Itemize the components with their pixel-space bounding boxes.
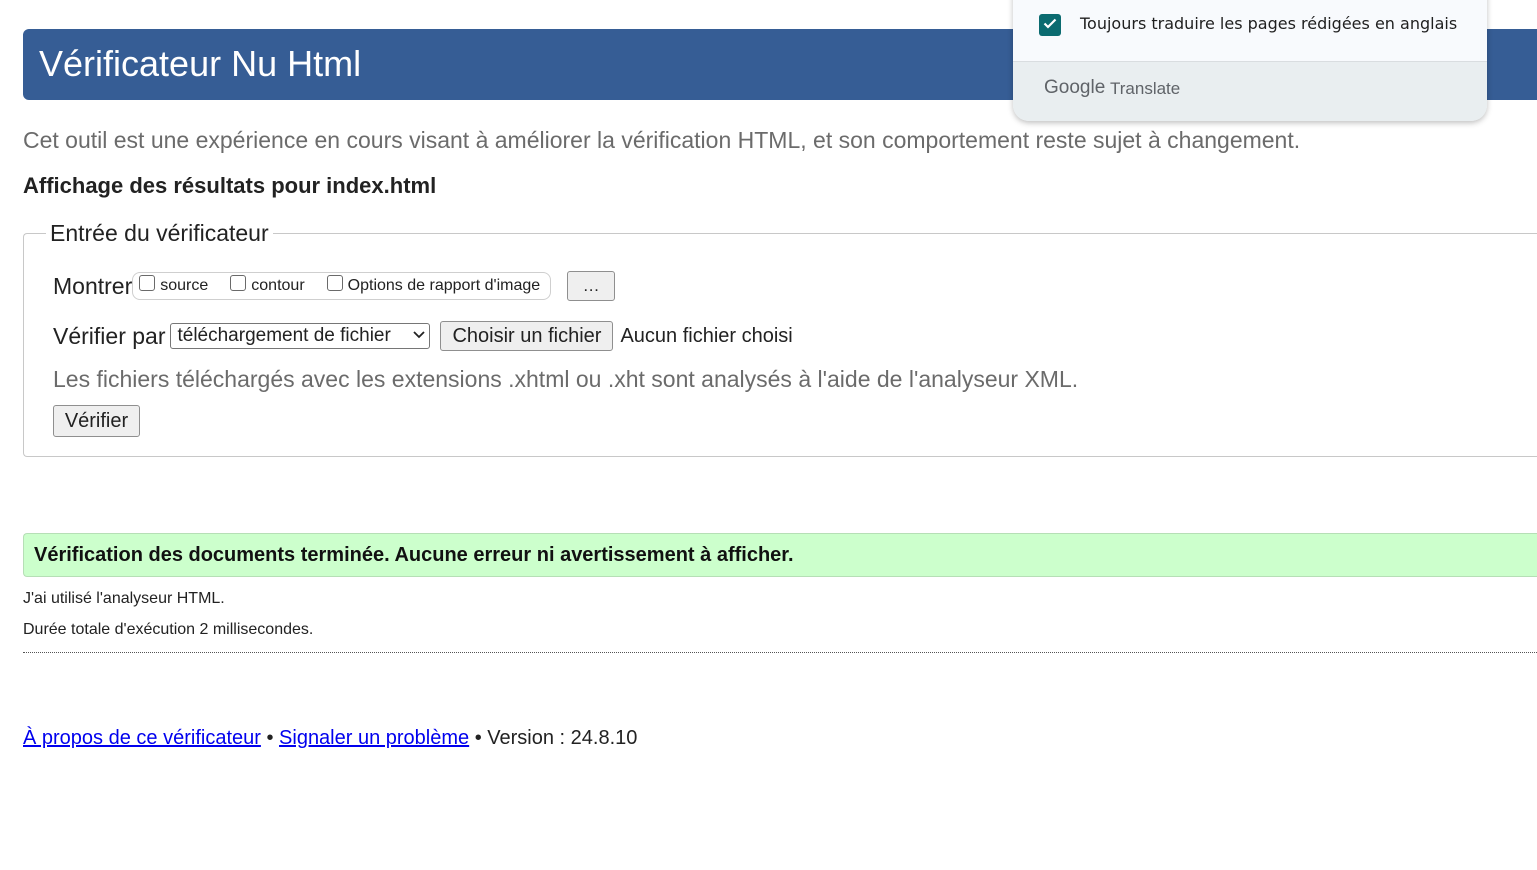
source-checkbox[interactable] (139, 275, 156, 291)
intro-text: Cet outil est une expérience en cours vi… (23, 127, 1301, 153)
check-by-label: Vérifier par (53, 322, 166, 349)
version-text: Version : 24.8.10 (487, 727, 638, 749)
file-status: Aucun fichier choisi (620, 324, 793, 347)
translate-brand-label: Translate (1110, 79, 1181, 98)
footer: À propos de ce vérificateur • Signaler u… (23, 727, 637, 750)
parser-used-text: J'ai utilisé l'analyseur HTML. (23, 590, 225, 607)
option-outline[interactable]: contour (230, 275, 305, 295)
about-link[interactable]: À propos de ce vérificateur (23, 727, 261, 749)
google-logo: Google (1044, 77, 1106, 98)
check-method-select[interactable]: téléchargement de fichier (170, 323, 431, 349)
chevron-down-icon (413, 331, 426, 341)
page-title: Vérificateur Nu Html (39, 43, 362, 84)
option-source-label: source (160, 277, 209, 294)
verify-button[interactable]: Vérifier (53, 405, 140, 437)
show-label: Montrer (53, 272, 133, 299)
execution-time-text: Durée totale d'exécution 2 millisecondes… (23, 621, 314, 638)
more-options-button[interactable]: … (567, 271, 616, 301)
parser-note: Les fichiers téléchargés avec les extens… (53, 366, 1079, 392)
option-image-report-label: Options de rapport d'image (347, 277, 541, 294)
option-outline-label: contour (251, 277, 305, 294)
report-issue-link[interactable]: Signaler un problème (279, 727, 469, 749)
option-image-report[interactable]: Options de rapport d'image (326, 275, 541, 295)
footer-separator: • (260, 727, 280, 749)
check-method-selected: téléchargement de fichier (177, 325, 391, 346)
always-translate-label[interactable]: Toujours traduire les pages rédigées en … (1080, 14, 1457, 33)
translate-popup-footer: Google Translate (1013, 61, 1487, 121)
image-report-checkbox[interactable] (326, 275, 343, 291)
choose-file-button[interactable]: Choisir un fichier (440, 321, 614, 351)
outline-checkbox[interactable] (230, 275, 247, 291)
fieldset-legend: Entrée du vérificateur (46, 219, 273, 247)
show-options-row: Montrer source contour Options de rappor… (53, 270, 616, 302)
success-banner: Vérification des documents terminée. Auc… (23, 533, 1537, 577)
checker-input-fieldset: Entrée du vérificateur Montrer source co… (23, 219, 1537, 457)
translate-popup: Toujours traduire les pages rédigées en … (1013, 0, 1487, 121)
check-by-row: Vérifier par téléchargement de fichier C… (53, 321, 793, 351)
results-heading: Affichage des résultats pour index.html (23, 173, 437, 198)
footer-separator: • (469, 727, 488, 749)
translate-popup-options: Toujours traduire les pages rédigées en … (1013, 0, 1487, 61)
option-source[interactable]: source (139, 275, 209, 295)
divider (23, 652, 1537, 653)
show-options-group: source contour Options de rapport d'imag… (132, 272, 552, 300)
check-icon (1043, 16, 1057, 34)
success-message: Vérification des documents terminée. Auc… (34, 544, 794, 566)
always-translate-checkbox[interactable] (1039, 14, 1061, 36)
